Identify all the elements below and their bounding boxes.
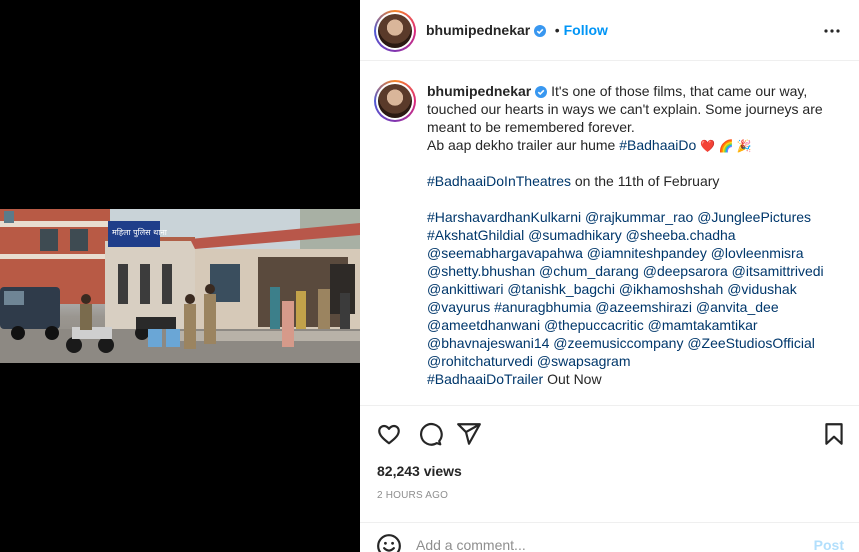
caption-line-5: #BadhaaiDoInTheatres on the 11th of Febr… — [427, 172, 827, 190]
post-media[interactable]: महिला पुलिस थाना — [0, 0, 360, 552]
comment-bar: Post — [360, 522, 859, 552]
header-separator: • — [554, 22, 560, 38]
caption-text: bhumipednekar It's one of those films, t… — [427, 82, 827, 388]
emoji-icon[interactable] — [376, 533, 402, 552]
emoji-string: ❤️ 🌈 🎉 — [700, 139, 752, 153]
caption-line-4: Ab aap dekho trailer aur hume #BadhaaiDo… — [427, 136, 827, 154]
caption-line-3: meant to be remembered forever. — [427, 119, 635, 135]
avatar[interactable] — [374, 10, 416, 52]
verified-badge-icon — [534, 24, 547, 42]
mention-line[interactable]: @ankittiwari @tanishk_bagchi @ikhamoshsh… — [427, 280, 827, 298]
hashtag-link[interactable]: #BadhaaiDoInTheatres — [427, 173, 571, 189]
comment-icon[interactable] — [417, 421, 443, 447]
caption-line-4-text: Ab aap dekho trailer aur hume — [427, 137, 620, 153]
video-frame[interactable]: महिला पुलिस थाना — [0, 209, 360, 363]
heart-icon[interactable] — [376, 421, 402, 447]
post-timestamp[interactable]: 2 HOURS AGO — [377, 490, 448, 501]
comment-input[interactable] — [416, 537, 796, 552]
caption-line-1: It's one of those films, that came our w… — [551, 83, 808, 99]
post-side-panel: bhumipednekar • Follow bhumipednekar It's… — [360, 0, 859, 552]
caption-line: bhumipednekar It's one of those films, t… — [427, 82, 827, 100]
view-count[interactable]: 82,243 views — [377, 463, 462, 479]
caption-username[interactable]: bhumipednekar — [427, 83, 531, 99]
police-station-scene: महिला पुलिस थाना — [0, 209, 360, 363]
sign-text: महिला पुलिस थाना — [112, 227, 168, 238]
instagram-post-modal: महिला पुलिस थाना bhumipednekar • Follow … — [0, 0, 859, 552]
more-options-icon[interactable] — [823, 22, 841, 40]
caption-section: bhumipednekar It's one of those films, t… — [360, 62, 859, 406]
header-user-block: bhumipednekar • Follow — [426, 22, 608, 42]
follow-button[interactable]: Follow — [564, 22, 608, 38]
mention-line[interactable]: @ameetdhanwani @thepuccacritic @mamtakam… — [427, 316, 827, 334]
mention-line[interactable]: #HarshavardhanKulkarni @rajkummar_rao @J… — [427, 208, 827, 226]
caption-avatar[interactable] — [374, 80, 416, 122]
mention-line[interactable]: @rohitchaturvedi @swapsagram — [427, 352, 827, 370]
caption-last-line: #BadhaaiDoTrailer Out Now — [427, 370, 827, 388]
post-comment-button[interactable]: Post — [814, 537, 844, 552]
bookmark-icon[interactable] — [821, 421, 847, 447]
header-username[interactable]: bhumipednekar — [426, 22, 530, 38]
caption-line-5-text: on the 11th of February — [571, 173, 720, 189]
caption-last-text: Out Now — [543, 371, 602, 387]
hashtag-link[interactable]: #BadhaaiDo — [619, 137, 696, 153]
mention-line[interactable]: @shetty.bhushan @chum_darang @deepsarora… — [427, 262, 827, 280]
mention-line[interactable]: #AkshatGhildial @sumadhikary @sheeba.cha… — [427, 226, 827, 244]
mention-line[interactable]: @seemabhargavapahwa @iamniteshpandey @lo… — [427, 244, 827, 262]
hashtag-link[interactable]: #BadhaaiDoTrailer — [427, 371, 543, 387]
mention-line[interactable]: @bhavnajeswani14 @zeemusiccompany @ZeeSt… — [427, 334, 827, 352]
action-bar — [360, 407, 859, 463]
post-header: bhumipednekar • Follow — [360, 0, 859, 61]
share-icon[interactable] — [456, 421, 482, 447]
mention-line[interactable]: @vayurus #anuragbhumia @azeemshirazi @an… — [427, 298, 827, 316]
caption-line-2: touched our hearts in ways we can't expl… — [427, 101, 823, 117]
